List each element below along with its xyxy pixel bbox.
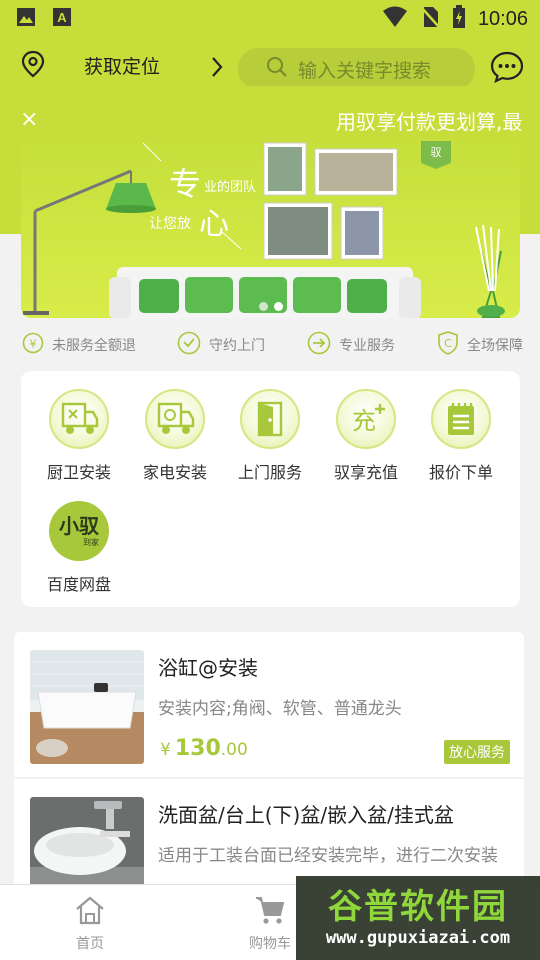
shield-c-icon: C [437,331,459,359]
watermark-title: 谷普软件园 [328,887,508,927]
service-kitchen[interactable]: 厨卫安装 [31,389,127,483]
product-tag: 放心服务 [444,740,510,764]
feature-label: 全场保障 [467,338,523,354]
product-desc: 适用于工装台面已经安装完毕，进行二次安装 [158,846,498,866]
xiaoyu-logo-text: 小驭 [59,513,99,538]
recharge-icon-text: 充 [352,407,376,435]
search-input[interactable]: 输入关键字搜索 [238,48,475,90]
feature-protection: C 全场保障 [437,331,523,359]
service-appliance[interactable]: 家电安装 [127,389,223,483]
guarantee-strip: ¥ 未服务全额退 守约上门 专业服务 C 全场保障 [0,328,540,362]
kitchen-truck-icon [49,389,109,449]
location-pin-icon[interactable] [20,50,46,82]
product-image-bathtub[interactable] [30,650,144,764]
search-icon [266,56,288,82]
battery-charging-icon [452,5,466,33]
tab-home[interactable]: 首页 [50,895,130,953]
cart-icon [254,895,286,929]
message-icon[interactable] [490,51,524,87]
feature-professional: 专业服务 [307,331,395,359]
check-circle-icon [177,331,201,359]
notepad-icon [431,389,491,449]
price-currency: ¥ [160,740,171,760]
service-label: 报价下单 [428,463,493,482]
price-integer: 130 [174,736,221,761]
home-icon [74,895,106,929]
chevron-right-icon[interactable] [210,56,224,82]
search-placeholder: 输入关键字搜索 [298,59,432,82]
banner-illustration: 驭 [23,141,505,318]
notice-close-button[interactable]: × [20,107,38,132]
notice-marquee: 用驭享付款更划算,最 [336,110,523,134]
status-right: 10:06 [382,5,528,33]
service-label: 厨卫安装 [46,463,111,482]
service-label: 百度网盘 [46,575,111,594]
product-desc: 安装内容;角阀、软管、普通龙头 [158,699,402,719]
promo-banner[interactable]: 驭 专 业的团队 让您放 心 [21,141,520,318]
banner-slogan-small-1: 业的团队 [204,180,257,195]
top-header: 获取定位 输入关键字搜索 [0,38,540,90]
banner-slogan-big-2: 心 [199,207,229,242]
feature-label: 守约上门 [209,338,265,354]
banner-slogan-big-1: 专 [169,165,202,203]
yen-circle-icon: ¥ [22,332,44,358]
door-icon [240,389,300,449]
wifi-icon [382,6,408,32]
arrow-circle-icon [307,331,331,359]
watermark-url: www.gupuxiazai.com [325,928,511,948]
tab-label: 购物车 [249,936,291,952]
status-bar: A 10:06 [0,0,540,38]
appliance-truck-icon [145,389,205,449]
service-label: 家电安装 [142,463,207,482]
feature-label: 专业服务 [339,338,395,354]
feature-punctual: 守约上门 [177,331,265,359]
banner-pagination [259,302,283,311]
product-title: 洗面盆/台上(下)盆/嵌入盆/挂式盆 [158,803,454,827]
watermark-overlay: 谷普软件园 www.gupuxiazai.com [296,876,540,960]
svg-text:C: C [444,337,452,350]
list-item[interactable]: 浴缸@安装 安装内容;角阀、软管、普通龙头 ¥ 130 .00 放心服务 [14,632,524,779]
service-onsite[interactable]: 上门服务 [222,389,318,483]
service-quote[interactable]: 报价下单 [413,389,509,483]
product-list: 浴缸@安装 安装内容;角阀、软管、普通龙头 ¥ 130 .00 放心服务 洗面盆… [14,632,524,911]
svg-text:A: A [57,10,67,25]
status-left: A [16,7,72,31]
pagination-dot[interactable] [259,302,268,311]
service-xiaoyu[interactable]: 小驭 到家 百度网盘 [31,501,127,595]
services-card: 厨卫安装 家电安装 上门服务 充 驭享充值 报价下单 小驭 到家 百度网盘 [21,371,520,607]
service-recharge[interactable]: 充 驭享充值 [318,389,414,483]
product-price: ¥ 130 .00 [160,736,248,761]
pagination-dot-active[interactable] [274,302,283,311]
feature-label: 未服务全额退 [52,338,136,354]
service-label: 驭享充值 [333,463,398,482]
product-title: 浴缸@安装 [158,656,258,680]
location-label[interactable]: 获取定位 [84,57,160,77]
recharge-icon: 充 [336,389,396,449]
xiaoyu-logo-icon: 小驭 到家 [49,501,109,561]
image-notification-icon [16,7,36,31]
banner-badge-text: 驭 [431,146,442,159]
a-notification-icon: A [52,7,72,31]
tab-label: 首页 [76,936,104,952]
price-decimal: .00 [220,740,248,760]
service-label: 上门服务 [237,463,302,482]
xiaoyu-logo-sub: 到家 [83,537,99,547]
banner-slogan-small-2: 让您放 [149,216,191,232]
svg-text:¥: ¥ [30,338,37,351]
status-time: 10:06 [477,7,528,30]
no-sim-icon [420,6,440,32]
feature-refund: ¥ 未服务全额退 [22,332,136,358]
